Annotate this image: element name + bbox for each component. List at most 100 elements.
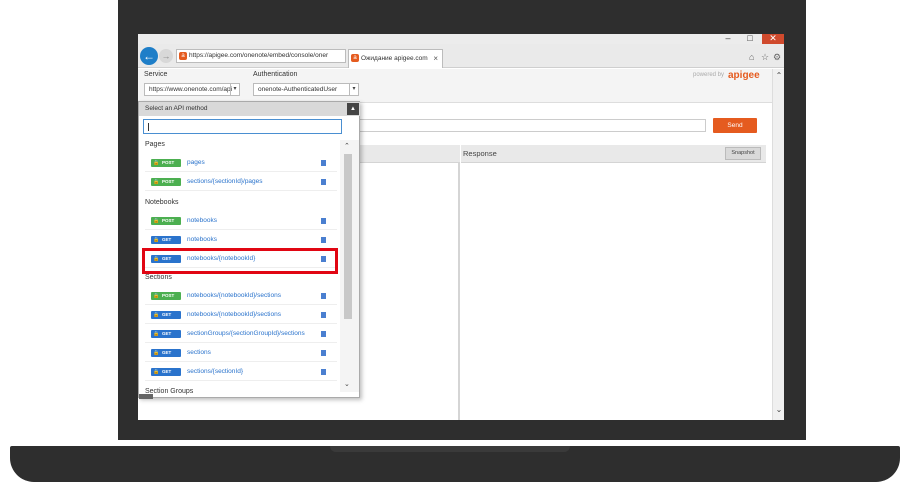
auth-value: onenote-AuthenticatedUser [258,86,338,93]
api-method-item[interactable]: 🔒 GET notebooks [139,231,339,249]
scroll-up-icon[interactable]: ⌃ [344,142,350,150]
back-arrow-icon[interactable]: ← [140,47,158,65]
collapse-arrow-icon[interactable]: ▲ [347,103,359,115]
send-button[interactable]: Send [713,118,757,133]
group-title-pages: Pages [145,141,165,148]
method-badge: 🔒 POST [151,292,181,300]
auth-label: Authentication [253,71,298,78]
item-separator [145,323,337,324]
item-separator [145,229,337,230]
chevron-down-icon: ▾ [349,84,358,95]
item-separator [145,171,337,172]
api-method-search-input[interactable] [143,119,342,134]
service-label: Service [144,71,168,78]
scroll-down-icon[interactable]: ⌄ [344,380,350,388]
method-badge: 🔒 GET [151,330,181,338]
method-badge-label: GET [162,237,172,242]
apigee-logo: apigee [728,70,760,81]
auth-select[interactable]: onenote-AuthenticatedUser ▾ [253,83,359,96]
document-icon[interactable] [321,293,326,299]
request-panel-header [350,145,460,163]
api-method-path[interactable]: notebooks/{notebookId}/sections [187,306,281,324]
method-badge: 🔒 GET [151,368,181,376]
minimize-icon[interactable]: – [718,34,738,44]
api-method-path[interactable]: notebooks [187,231,217,249]
item-separator [145,190,337,191]
document-icon[interactable] [321,218,326,224]
scroll-down-icon[interactable]: ⌄ [773,405,784,414]
address-bar[interactable]: a https://apigee.com/onenote/embed/conso… [176,49,346,63]
api-method-path[interactable]: pages [187,154,205,172]
favorites-star-icon[interactable]: ☆ [761,52,769,63]
lock-icon: 🔒 [153,293,160,299]
browser-tab[interactable]: a Ожидание apigee.com × [348,49,443,68]
api-method-path[interactable]: sections/{sectionId}/pages [187,173,263,191]
lock-icon: 🔒 [153,312,160,318]
api-method-item[interactable]: 🔒 GET sectionGroups/{sectionGroupId}/secti… [139,325,339,343]
item-separator [145,304,337,305]
browser-window: – □ ✕ ← → a https://apigee.com/onenote/e… [138,34,784,420]
document-icon[interactable] [321,350,326,356]
forward-arrow-icon[interactable]: → [159,49,173,63]
window-titlebar: – □ ✕ [138,34,784,44]
api-method-item[interactable]: 🔒 GET notebooks/{notebookId}/sections [139,306,339,324]
lock-icon: 🔒 [153,179,160,185]
api-method-item[interactable]: 🔒 POST notebooks/{notebookId}/sections [139,287,339,305]
text-cursor [148,123,149,131]
settings-gear-icon[interactable]: ⚙ [773,52,781,63]
method-badge: 🔒 GET [151,311,181,319]
scroll-up-icon[interactable]: ⌃ [773,71,784,80]
chevron-down-icon: ▾ [230,84,239,95]
maximize-icon[interactable]: □ [739,34,761,44]
document-icon[interactable] [321,237,326,243]
api-method-path[interactable]: sections/{sectionId} [187,363,243,381]
tab-close-icon[interactable]: × [433,50,438,67]
method-badge: 🔒 POST [151,159,181,167]
response-title: Response [463,149,497,158]
page-scrollbar[interactable]: ⌃ ⌄ [772,69,784,420]
dropdown-scrollbar[interactable]: ⌃ ⌄ [340,140,359,392]
api-method-item[interactable]: 🔒 GET sections [139,344,339,362]
document-icon[interactable] [321,331,326,337]
method-badge: 🔒 GET [151,349,181,357]
powered-by-text: powered by [693,72,725,78]
method-badge-label: POST [162,293,175,298]
group-title-notebooks: Notebooks [145,199,179,206]
api-method-path[interactable]: notebooks/{notebookId}/sections [187,287,281,305]
snapshot-button[interactable]: Snapshot [725,147,761,160]
service-select[interactable]: https://www.onenote.com/api ▾ [144,83,240,96]
laptop-hinge-notch [330,446,570,452]
group-title-sections: Sections [145,274,172,281]
document-icon[interactable] [321,179,326,185]
window-close-icon[interactable]: ✕ [762,34,784,44]
api-method-item[interactable]: 🔒 POST sections/{sectionId}/pages [139,173,339,191]
api-method-item[interactable]: 🔒 POST notebooks [139,212,339,230]
browser-toolbar: ← → a https://apigee.com/onenote/embed/c… [138,44,784,68]
response-panel: Response Snapshot [461,145,766,420]
lock-icon: 🔒 [153,369,160,375]
lock-icon: 🔒 [153,218,160,224]
response-panel-header: Response Snapshot [461,145,766,163]
request-url-input[interactable] [350,119,706,132]
selection-highlight-box [142,248,338,274]
scrollbar-thumb[interactable] [344,154,352,319]
lock-icon: 🔒 [153,237,160,243]
document-icon[interactable] [321,312,326,318]
api-method-path[interactable]: sectionGroups/{sectionGroupId}/sections [187,325,305,343]
api-method-item[interactable]: 🔒 GET sections/{sectionId} [139,363,339,381]
home-icon[interactable]: ⌂ [749,52,754,62]
lock-icon: 🔒 [153,350,160,356]
api-method-path[interactable]: notebooks [187,212,217,230]
site-favicon-icon: a [179,52,187,60]
dropdown-header: Select an API method [139,102,360,116]
document-icon[interactable] [321,160,326,166]
api-method-item[interactable]: 🔒 POST pages [139,154,339,172]
item-separator [145,361,337,362]
method-badge-label: POST [162,160,175,165]
method-badge: 🔒 POST [151,178,181,186]
document-icon[interactable] [321,369,326,375]
service-value: https://www.onenote.com/api [149,86,233,93]
method-badge-label: POST [162,179,175,184]
tab-title: Ожидание apigee.com [361,55,428,62]
api-method-path[interactable]: sections [187,344,211,362]
